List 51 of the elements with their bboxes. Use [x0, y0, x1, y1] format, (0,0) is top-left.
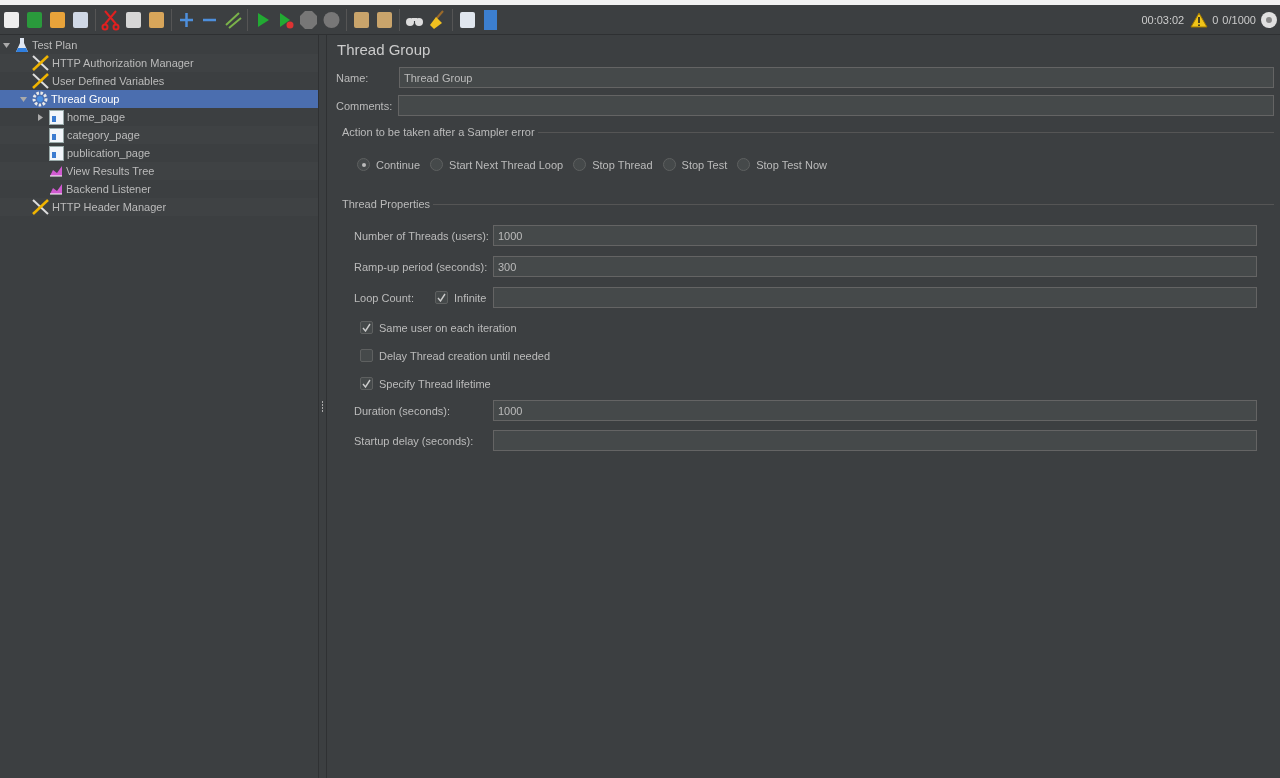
- checkbox[interactable]: [435, 291, 448, 304]
- rampup-label: Ramp-up period (seconds):: [354, 260, 489, 273]
- radio-option[interactable]: Continue: [357, 158, 421, 171]
- wrench-screwdriver-icon: [32, 73, 49, 89]
- name-label: Name:: [336, 71, 370, 84]
- checkbox[interactable]: [360, 377, 373, 390]
- warning-count: 0: [1212, 13, 1219, 26]
- section-legend: Action to be taken after a Sampler error: [336, 126, 535, 138]
- radio-option[interactable]: Stop Test Now: [737, 158, 827, 171]
- thread-count: 0/1000: [1222, 13, 1256, 26]
- loop-count-field[interactable]: [493, 287, 1257, 308]
- elapsed-time: 00:03:02: [1141, 13, 1185, 26]
- radio-option[interactable]: Stop Thread: [573, 158, 653, 171]
- checkbox[interactable]: [360, 321, 373, 334]
- threads-label: Number of Threads (users):: [354, 229, 490, 242]
- stop-icon[interactable]: [299, 8, 318, 31]
- startup-delay-field[interactable]: [493, 430, 1257, 451]
- tree-item[interactable]: Thread Group: [0, 90, 318, 108]
- name-field[interactable]: Thread Group: [399, 67, 1274, 88]
- collapse-triangle-icon[interactable]: [2, 41, 10, 49]
- comments-field[interactable]: [398, 95, 1274, 116]
- option-checkbox[interactable]: Same user on each iteration: [360, 321, 517, 334]
- flask-icon: [15, 37, 29, 53]
- section-legend: Thread Properties: [336, 198, 431, 210]
- document-icon: [49, 145, 64, 161]
- graph-icon: [49, 165, 63, 177]
- expand-triangle-icon[interactable]: [36, 113, 44, 121]
- broom-icon[interactable]: [428, 8, 447, 31]
- warning-icon[interactable]: [1190, 11, 1209, 28]
- gear-icon: [32, 91, 48, 107]
- wrench-screwdriver-icon: [32, 199, 49, 215]
- radio-option[interactable]: Stop Test: [662, 158, 728, 171]
- checkbox[interactable]: [360, 349, 373, 362]
- document-icon: [49, 109, 64, 125]
- radio-option[interactable]: Start Next Thread Loop: [430, 158, 564, 171]
- panel-title: Thread Group: [337, 41, 432, 60]
- startup-delay-label: Startup delay (seconds):: [354, 434, 475, 447]
- graph-icon: [49, 183, 63, 195]
- infinite-checkbox[interactable]: Infinite: [435, 291, 493, 304]
- wrench-screwdriver-icon: [32, 55, 49, 71]
- loop-count-label: Loop Count:: [354, 291, 415, 304]
- option-checkbox[interactable]: Specify Thread lifetime: [360, 377, 491, 390]
- option-checkbox[interactable]: Delay Thread creation until needed: [360, 349, 551, 362]
- duration-label: Duration (seconds):: [354, 404, 451, 417]
- duration-field[interactable]: 1000: [493, 400, 1257, 421]
- document-icon: [49, 127, 64, 143]
- splitter-grip-icon[interactable]: [321, 400, 324, 413]
- rampup-field[interactable]: 300: [493, 256, 1257, 277]
- threads-field[interactable]: 1000: [493, 225, 1257, 246]
- remote-status-icon: [1260, 10, 1278, 29]
- comments-label: Comments:: [336, 99, 393, 112]
